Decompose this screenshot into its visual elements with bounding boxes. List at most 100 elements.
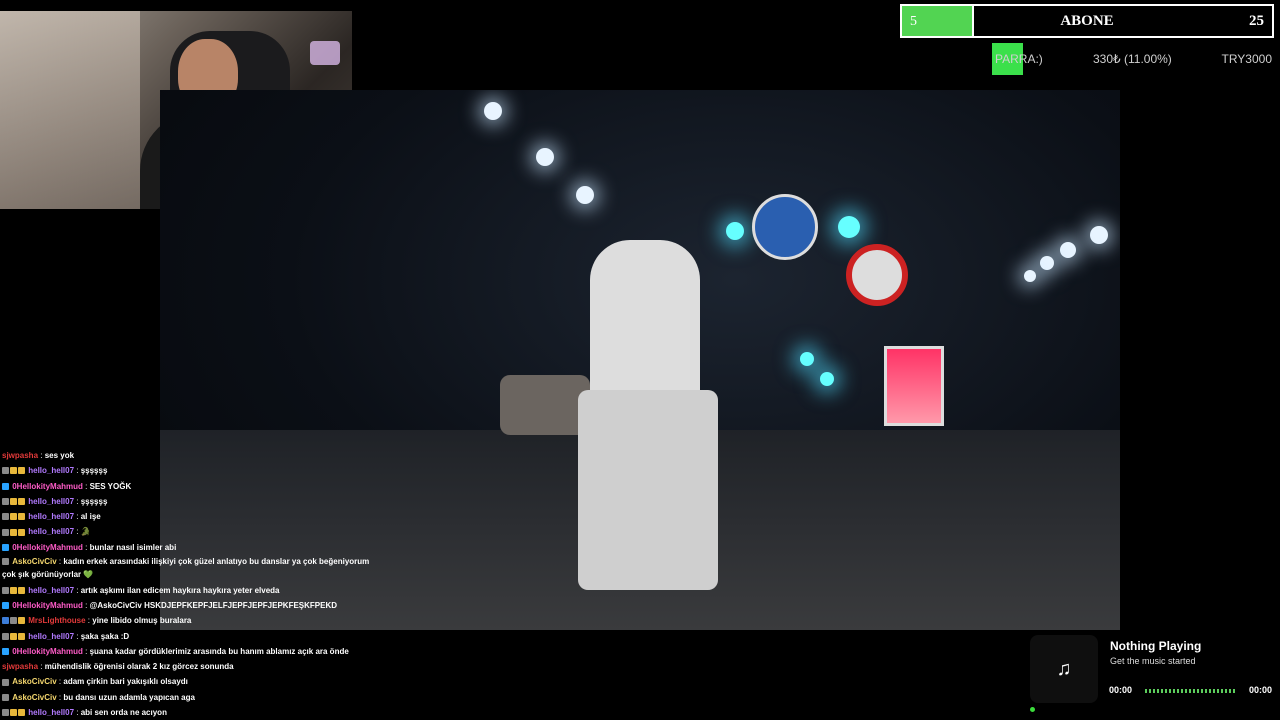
traffic-light [800, 352, 814, 366]
chat-text: şşşşşş [80, 496, 108, 506]
street-light [1090, 226, 1108, 244]
chat-badge-icon [2, 467, 9, 475]
chat-message: hello_hell07 : şşşşşş [2, 463, 382, 478]
chat-badge-icon [10, 632, 17, 640]
chat-badge-icon [10, 513, 17, 521]
subscriber-goal-title: ABONE [1060, 13, 1114, 29]
album-art: ♫ [1030, 635, 1098, 703]
dancing-couple-legs [578, 390, 718, 590]
chat-text: abi sen orda ne acıyon [80, 708, 167, 718]
street-light [484, 102, 502, 120]
chat-message: hello_hell07 : al işe [2, 509, 382, 524]
chat-username: AskoCivCiv [12, 557, 57, 567]
street-light [536, 148, 554, 166]
chat-username: 0HellokityMahmud [12, 481, 83, 491]
chat-message: AskoCivCiv : kadın erkek arasındaki iliş… [2, 557, 370, 579]
time-total: 00:00 [1248, 685, 1272, 695]
chat-badge-icon [10, 528, 17, 536]
chat-username: hello_hell07 [28, 512, 75, 522]
chat-text: @AskoCivCiv HSKDJEPFKEPFJELFJEPFJEPFJEPK… [89, 600, 338, 610]
traffic-light [726, 222, 744, 240]
street-light [1060, 242, 1076, 258]
chat-message: 0HellokityMahmud : bunlar nasıl isimler … [2, 540, 382, 555]
traffic-light [820, 372, 834, 386]
chat-badge-icon [2, 648, 9, 655]
chat-username: hello_hell07 [28, 527, 75, 537]
chat-text: bunlar nasıl isimler abi [89, 542, 177, 552]
chat-username: hello_hell07 [28, 708, 75, 718]
chat-badge-icon [10, 586, 17, 594]
chat-badge-icon [2, 602, 9, 610]
chat-text: mühendislik öğrenisi olarak 2 kız görcez… [44, 662, 234, 672]
chat-message: 0HellokityMahmud : şuana kadar gördükler… [2, 644, 382, 659]
chat-message: 0HellokityMahmud : @AskoCivCiv HSKDJEPFK… [2, 598, 382, 613]
traffic-light [838, 216, 860, 238]
chat-username: sjwpasha [2, 451, 39, 460]
chat-message: sjwpasha : mühendislik öğrenisi olarak 2… [2, 659, 382, 674]
no-u-turn-sign [846, 244, 908, 306]
chat-message: AskoCivCiv : bu dansı uzun adamla yapıca… [2, 690, 382, 705]
subscriber-goal-target: 25 [1249, 13, 1264, 29]
chat-message: hello_hell07 : şşşşşş [2, 494, 382, 509]
chat-message: MrsLighthouse : yine libido olmuş burala… [2, 613, 382, 628]
chat-username: hello_hell07 [28, 496, 75, 506]
chat-badge-icon [18, 617, 25, 625]
music-note-icon: ♫ [1056, 657, 1072, 680]
chat-text: adam çirkin bari yakışıklı olsaydı [63, 677, 188, 687]
chat-badge-icon [2, 498, 9, 506]
chat-text: artık aşkımı ilan edicem haykıra haykıra… [80, 585, 280, 595]
music-widget: ♫ Nothing Playing Get the music started … [1028, 633, 1276, 712]
chat-badge-icon [18, 632, 25, 640]
chat-message: hello_hell07 : abi sen orda ne acıyon [2, 705, 382, 720]
chat-badge-icon [2, 709, 9, 717]
chat-badge-icon [2, 586, 9, 594]
chat-message: hello_hell07 : şaka şaka :D [2, 629, 382, 644]
chat-badge-icon [10, 617, 17, 625]
chat-username: AskoCivCiv [12, 692, 57, 702]
chat-badge-icon [2, 558, 9, 566]
blue-road-sign [752, 194, 818, 260]
chat-username: AskoCivCiv [12, 677, 57, 687]
chat-badge-icon [2, 632, 9, 640]
chat-username: hello_hell07 [28, 585, 75, 595]
webcam-wall [0, 11, 140, 209]
chat-badge-icon [2, 617, 9, 625]
chat-badge-icon [10, 467, 17, 475]
donation-goal-amount: 330₺ (11.00%) [1093, 52, 1172, 66]
dancing-couple [590, 240, 700, 400]
chat-message: hello_hell07 : artık aşkımı ilan edicem … [2, 583, 382, 598]
chat-text: ses yok [44, 451, 75, 460]
subscriber-goal-bar: 5 ABONE 25 [900, 4, 1274, 38]
donation-goal-target: TRY3000 [1221, 52, 1272, 66]
chat-badge-icon [2, 528, 9, 536]
chat-badge-icon [18, 513, 25, 521]
chat-username: 0HellokityMahmud [12, 542, 83, 552]
chat-username: MrsLighthouse [28, 616, 86, 626]
chat-text: SES YOĞK [89, 481, 132, 491]
chat-badge-icon [18, 586, 25, 594]
car [500, 375, 590, 435]
chat-text: yine libido olmuş buralara [92, 616, 192, 626]
chat-username: 0HellokityMahmud [12, 646, 83, 656]
chat-badge-icon [2, 482, 9, 490]
chat-badge-icon [2, 543, 9, 551]
track-title: Nothing Playing [1110, 639, 1202, 653]
street-light [1040, 256, 1054, 270]
chat-badge-icon [18, 498, 25, 506]
music-progress-bar [1145, 689, 1237, 693]
chat-text: şuana kadar gördüklerimiz arasında bu ha… [89, 646, 349, 656]
street-light [576, 186, 594, 204]
chat-text: şşşşşş [80, 466, 108, 476]
billboard [884, 346, 944, 426]
chat-message: hello_hell07 : 🐊 [2, 524, 382, 539]
chat-overlay: sjwpasha : ses yok hello_hell07 : şşşşşş… [2, 448, 382, 720]
chat-username: hello_hell07 [28, 466, 75, 476]
chat-badge-icon [10, 709, 17, 717]
time-current: 00:00 [1109, 685, 1133, 695]
chat-badge-icon [18, 709, 25, 717]
track-artist: Get the music started [1110, 656, 1196, 666]
webcam-lamp [310, 41, 340, 65]
chat-message: 0HellokityMahmud : SES YOĞK [2, 479, 382, 494]
chat-text: bu dansı uzun adamla yapıcan aga [63, 692, 195, 702]
playback-indicator [1030, 707, 1035, 712]
